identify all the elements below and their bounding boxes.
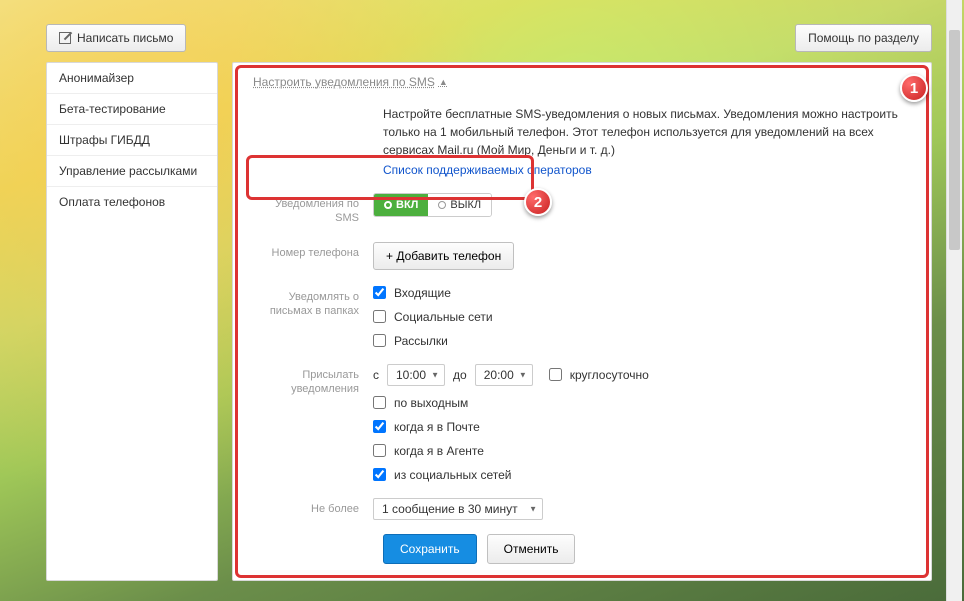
- checkbox[interactable]: [373, 310, 386, 323]
- sidebar-item-beta[interactable]: Бета-тестирование: [47, 94, 217, 125]
- add-phone-button[interactable]: + Добавить телефон: [373, 242, 514, 270]
- checkbox[interactable]: [373, 396, 386, 409]
- annotation-badge-2: 2: [524, 188, 552, 216]
- checkbox[interactable]: [373, 334, 386, 347]
- supported-operators-link[interactable]: Список поддерживаемых операторов: [383, 163, 592, 177]
- section-description: Настройте бесплатные SMS-уведомления о н…: [383, 105, 911, 159]
- caret-up-icon: ▲: [439, 77, 448, 87]
- annotation-badge-1: 1: [900, 74, 928, 102]
- sidebar-item-fines[interactable]: Штрафы ГИБДД: [47, 125, 217, 156]
- save-button[interactable]: Сохранить: [383, 534, 477, 564]
- compose-button[interactable]: Написать письмо: [46, 24, 186, 52]
- folder-check-inbox[interactable]: Входящие: [373, 286, 493, 300]
- scroll-thumb[interactable]: [949, 30, 960, 250]
- toggle-off[interactable]: ВЫКЛ: [428, 194, 491, 216]
- sidebar: Анонимайзер Бета-тестирование Штрафы ГИБ…: [46, 62, 218, 581]
- label-phone: Номер телефона: [253, 242, 373, 260]
- label-limit: Не более: [253, 498, 373, 516]
- time-to-select[interactable]: 20:00: [475, 364, 533, 386]
- checkbox[interactable]: [373, 444, 386, 457]
- footer-buttons: Сохранить Отменить: [253, 534, 911, 564]
- folder-check-social[interactable]: Социальные сети: [373, 310, 493, 324]
- send-check-mail[interactable]: когда я в Почте: [373, 420, 649, 434]
- section-title-text: Настроить уведомления по SMS: [253, 75, 435, 89]
- to-label: до: [453, 368, 467, 382]
- send-check-agent[interactable]: когда я в Агенте: [373, 444, 649, 458]
- cancel-button[interactable]: Отменить: [487, 534, 576, 564]
- section-title-link[interactable]: Настроить уведомления по SMS ▲: [253, 75, 448, 99]
- checkbox[interactable]: [373, 420, 386, 433]
- folder-check-mailings[interactable]: Рассылки: [373, 334, 493, 348]
- sidebar-item-phone-pay[interactable]: Оплата телефонов: [47, 187, 217, 217]
- help-button[interactable]: Помощь по разделу: [795, 24, 932, 52]
- toggle-on[interactable]: ВКЛ: [374, 194, 428, 216]
- sidebar-item-anonymizer[interactable]: Анонимайзер: [47, 63, 217, 94]
- time-range-row: с 10:00 до 20:00 круглосуточно: [373, 364, 649, 386]
- top-bar: Написать письмо Помощь по разделу: [0, 0, 964, 62]
- checkbox[interactable]: [549, 368, 562, 381]
- checkbox[interactable]: [373, 468, 386, 481]
- scrollbar[interactable]: [946, 0, 962, 601]
- from-label: с: [373, 368, 379, 382]
- sidebar-item-mailings[interactable]: Управление рассылками: [47, 156, 217, 187]
- send-check-social[interactable]: из социальных сетей: [373, 468, 649, 482]
- allday-check[interactable]: круглосуточно: [549, 368, 649, 382]
- compose-icon: [59, 32, 71, 44]
- compose-label: Написать письмо: [77, 31, 173, 45]
- checkbox[interactable]: [373, 286, 386, 299]
- radio-on-icon: [384, 201, 392, 209]
- main-panel: Настроить уведомления по SMS ▲ Настройте…: [232, 62, 932, 581]
- time-from-select[interactable]: 10:00: [387, 364, 445, 386]
- limit-select[interactable]: 1 сообщение в 30 минут: [373, 498, 543, 520]
- label-folders: Уведомлять о письмах в папках: [253, 286, 373, 319]
- label-sms: Уведомления по SMS: [253, 193, 373, 226]
- send-check-weekends[interactable]: по выходным: [373, 396, 649, 410]
- radio-off-icon: [438, 201, 446, 209]
- label-send: Присылать уведомления: [253, 364, 373, 397]
- sms-toggle[interactable]: ВКЛ ВЫКЛ: [373, 193, 492, 217]
- help-label: Помощь по разделу: [808, 31, 919, 45]
